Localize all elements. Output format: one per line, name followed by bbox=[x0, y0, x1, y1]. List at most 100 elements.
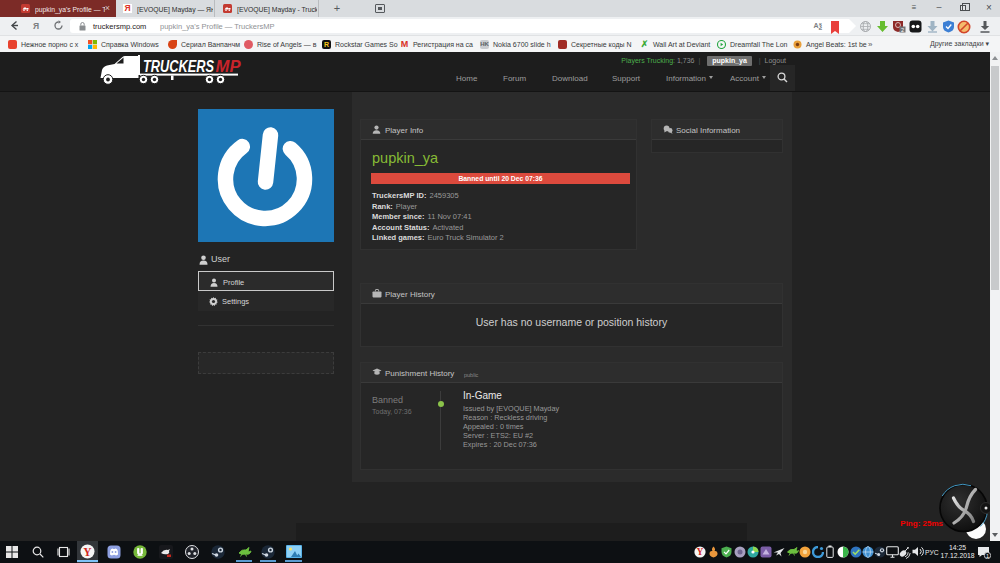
start-button[interactable] bbox=[6, 546, 18, 558]
tray-icon[interactable] bbox=[708, 546, 719, 558]
extension-frigate-icon[interactable]: 2 bbox=[892, 20, 905, 33]
username-chip[interactable]: pupkin_ya bbox=[707, 56, 752, 66]
extension-savefrom-icon[interactable] bbox=[876, 20, 889, 33]
taskbar-yandex-browser[interactable]: Y bbox=[77, 541, 98, 563]
taskbar-steam[interactable] bbox=[211, 545, 225, 559]
sidebar-user-header: User bbox=[198, 254, 334, 266]
logo-text-truckers: TRUCKERS bbox=[143, 57, 214, 76]
truckersmp-logo[interactable]: TRUCKERS MP bbox=[98, 54, 248, 86]
sidebar-item-profile[interactable]: Profile bbox=[198, 271, 334, 291]
truckersmp-favicon bbox=[223, 4, 232, 13]
nav-account[interactable]: Account bbox=[730, 74, 766, 83]
tray-disc-icon[interactable] bbox=[747, 546, 759, 558]
bookmark-item[interactable]: Rise of Angels — в bbox=[244, 36, 316, 52]
extension-downloader-icon[interactable] bbox=[926, 20, 939, 33]
yandex-zen-button[interactable]: Я bbox=[33, 21, 39, 31]
punishment-visibility: public bbox=[464, 372, 478, 378]
window-close-icon[interactable]: × bbox=[978, 0, 1000, 16]
bookmark-item[interactable]: Нежное порно с х bbox=[8, 36, 78, 52]
tab-panel-icon[interactable] bbox=[375, 4, 385, 13]
tray-shield-icon[interactable] bbox=[721, 546, 732, 558]
tray-yandex-icon[interactable]: Y bbox=[694, 546, 706, 558]
other-bookmarks-button[interactable]: Другие закладки ▾ bbox=[930, 36, 989, 52]
extension-globe-icon[interactable] bbox=[859, 20, 872, 33]
reload-icon[interactable] bbox=[53, 20, 64, 31]
extension-adblock-icon[interactable] bbox=[957, 20, 970, 33]
bookmark-item[interactable]: R Rockstar Games So bbox=[322, 36, 398, 52]
tray-clock[interactable]: 14:25 17.12.2018 bbox=[939, 544, 976, 560]
tray-plane-icon[interactable] bbox=[773, 546, 785, 558]
page-scrollbar[interactable] bbox=[990, 52, 1000, 541]
nav-home[interactable]: Home bbox=[456, 74, 477, 83]
nav-support[interactable]: Support bbox=[612, 74, 640, 83]
bookmark-favicon-deviantart: ✗ bbox=[640, 40, 649, 49]
bookmark-item[interactable]: HK Nokia 6700 slide h bbox=[480, 36, 551, 52]
taskbar-obs[interactable] bbox=[185, 545, 199, 559]
bookmark-item[interactable]: M Регистрация на са bbox=[400, 36, 473, 52]
tray-split-circle-icon[interactable] bbox=[837, 546, 849, 558]
nav-forum[interactable]: Forum bbox=[503, 74, 526, 83]
tray-blue-ring-icon[interactable] bbox=[812, 546, 824, 558]
scrollbar-up-icon[interactable] bbox=[992, 56, 998, 60]
bookmark-item[interactable]: Dreamfall The Lon bbox=[717, 36, 787, 52]
address-bar[interactable]: truckersmp.com pupkin_ya's Profile — Tru… bbox=[70, 19, 849, 33]
bookmark-flag-icon[interactable] bbox=[831, 21, 839, 31]
extension-adguard-icon[interactable] bbox=[909, 20, 922, 33]
window-restore-icon[interactable] bbox=[953, 0, 975, 16]
taskbar-photos-app[interactable] bbox=[285, 541, 302, 563]
taskbar-search-icon[interactable] bbox=[32, 546, 44, 558]
taskbar-green-app[interactable] bbox=[236, 541, 252, 563]
tab-2[interactable]: Я [EVOQUE] Mayday — Янде bbox=[116, 0, 215, 17]
browser-menu-icon[interactable]: ≡ bbox=[903, 0, 925, 16]
gear-icon bbox=[209, 297, 218, 306]
nav-information[interactable]: Information bbox=[666, 74, 713, 83]
taskbar-utorrent[interactable] bbox=[133, 545, 147, 559]
tray-orange-icon[interactable] bbox=[799, 546, 811, 558]
url-domain[interactable]: truckersmp.com bbox=[93, 22, 146, 31]
task-view-icon[interactable] bbox=[57, 546, 70, 558]
window-minimize-icon[interactable]: – bbox=[928, 0, 950, 16]
info-field: TruckersMP ID:2459305 bbox=[372, 191, 459, 200]
new-tab-button[interactable]: + bbox=[331, 3, 343, 14]
tab-3[interactable]: [EVOQUE] Mayday - Trucke bbox=[216, 0, 319, 17]
players-trucking-label: Players Trucking: bbox=[621, 57, 675, 64]
bookmark-item[interactable]: Справка Windows bbox=[88, 36, 159, 52]
tray-orb-icon[interactable] bbox=[734, 546, 746, 558]
sidebar-item-settings[interactable]: Settings bbox=[198, 291, 334, 311]
tray-blue-green-icon[interactable] bbox=[850, 546, 862, 558]
tray-purple-icon[interactable] bbox=[760, 546, 772, 558]
notification-center-icon[interactable]: 1 bbox=[977, 546, 991, 559]
tray-steam-icon[interactable] bbox=[874, 546, 886, 558]
tray-language[interactable]: РУС bbox=[925, 549, 939, 556]
lock-icon[interactable] bbox=[79, 22, 86, 30]
taskbar-discord[interactable] bbox=[107, 545, 121, 559]
bookmark-item[interactable]: Angel Beats: 1st be bbox=[793, 36, 867, 52]
bookmarks-overflow-chevron[interactable]: » bbox=[868, 36, 872, 52]
logout-link[interactable]: Logout bbox=[765, 57, 786, 64]
tab-active[interactable]: pupkin_ya's Profile — Tr × bbox=[0, 0, 116, 17]
tray-battery-icon[interactable] bbox=[826, 545, 834, 558]
tray-time: 14:25 bbox=[939, 544, 976, 552]
nav-search-button[interactable] bbox=[770, 65, 795, 91]
downloads-icon[interactable] bbox=[979, 20, 991, 33]
translate-icon[interactable]: Aѯ bbox=[813, 22, 822, 29]
tray-speaker-icon[interactable] bbox=[912, 546, 925, 557]
scrollbar-thumb[interactable] bbox=[991, 66, 999, 290]
back-icon[interactable] bbox=[9, 20, 20, 31]
tab-close-icon[interactable]: × bbox=[105, 4, 110, 13]
scrollbar-down-icon[interactable] bbox=[992, 533, 998, 537]
nav-download[interactable]: Download bbox=[552, 74, 588, 83]
tray-lamp-icon[interactable] bbox=[786, 546, 799, 557]
taskbar-driverbooster[interactable] bbox=[159, 545, 173, 559]
info-field: Linked games:Euro Truck Simulator 2 bbox=[372, 233, 504, 242]
tray-globe-icon[interactable] bbox=[862, 546, 874, 558]
tray-satellite-icon[interactable] bbox=[898, 546, 911, 559]
timeline-dot bbox=[438, 401, 444, 407]
punishment-detail: Reason : Reckless driving bbox=[463, 413, 547, 422]
bookmark-item[interactable]: Секретные коды N bbox=[558, 36, 632, 52]
extension-shield-icon[interactable] bbox=[942, 20, 955, 33]
taskbar-steam-2[interactable] bbox=[260, 541, 276, 563]
punishment-detail: Server : ETS2: EU #2 bbox=[463, 431, 533, 440]
bookmark-item[interactable]: Сериал Ванпанчм bbox=[168, 36, 240, 52]
bookmark-item[interactable]: ✗ Wall Art at Deviant bbox=[640, 36, 710, 52]
